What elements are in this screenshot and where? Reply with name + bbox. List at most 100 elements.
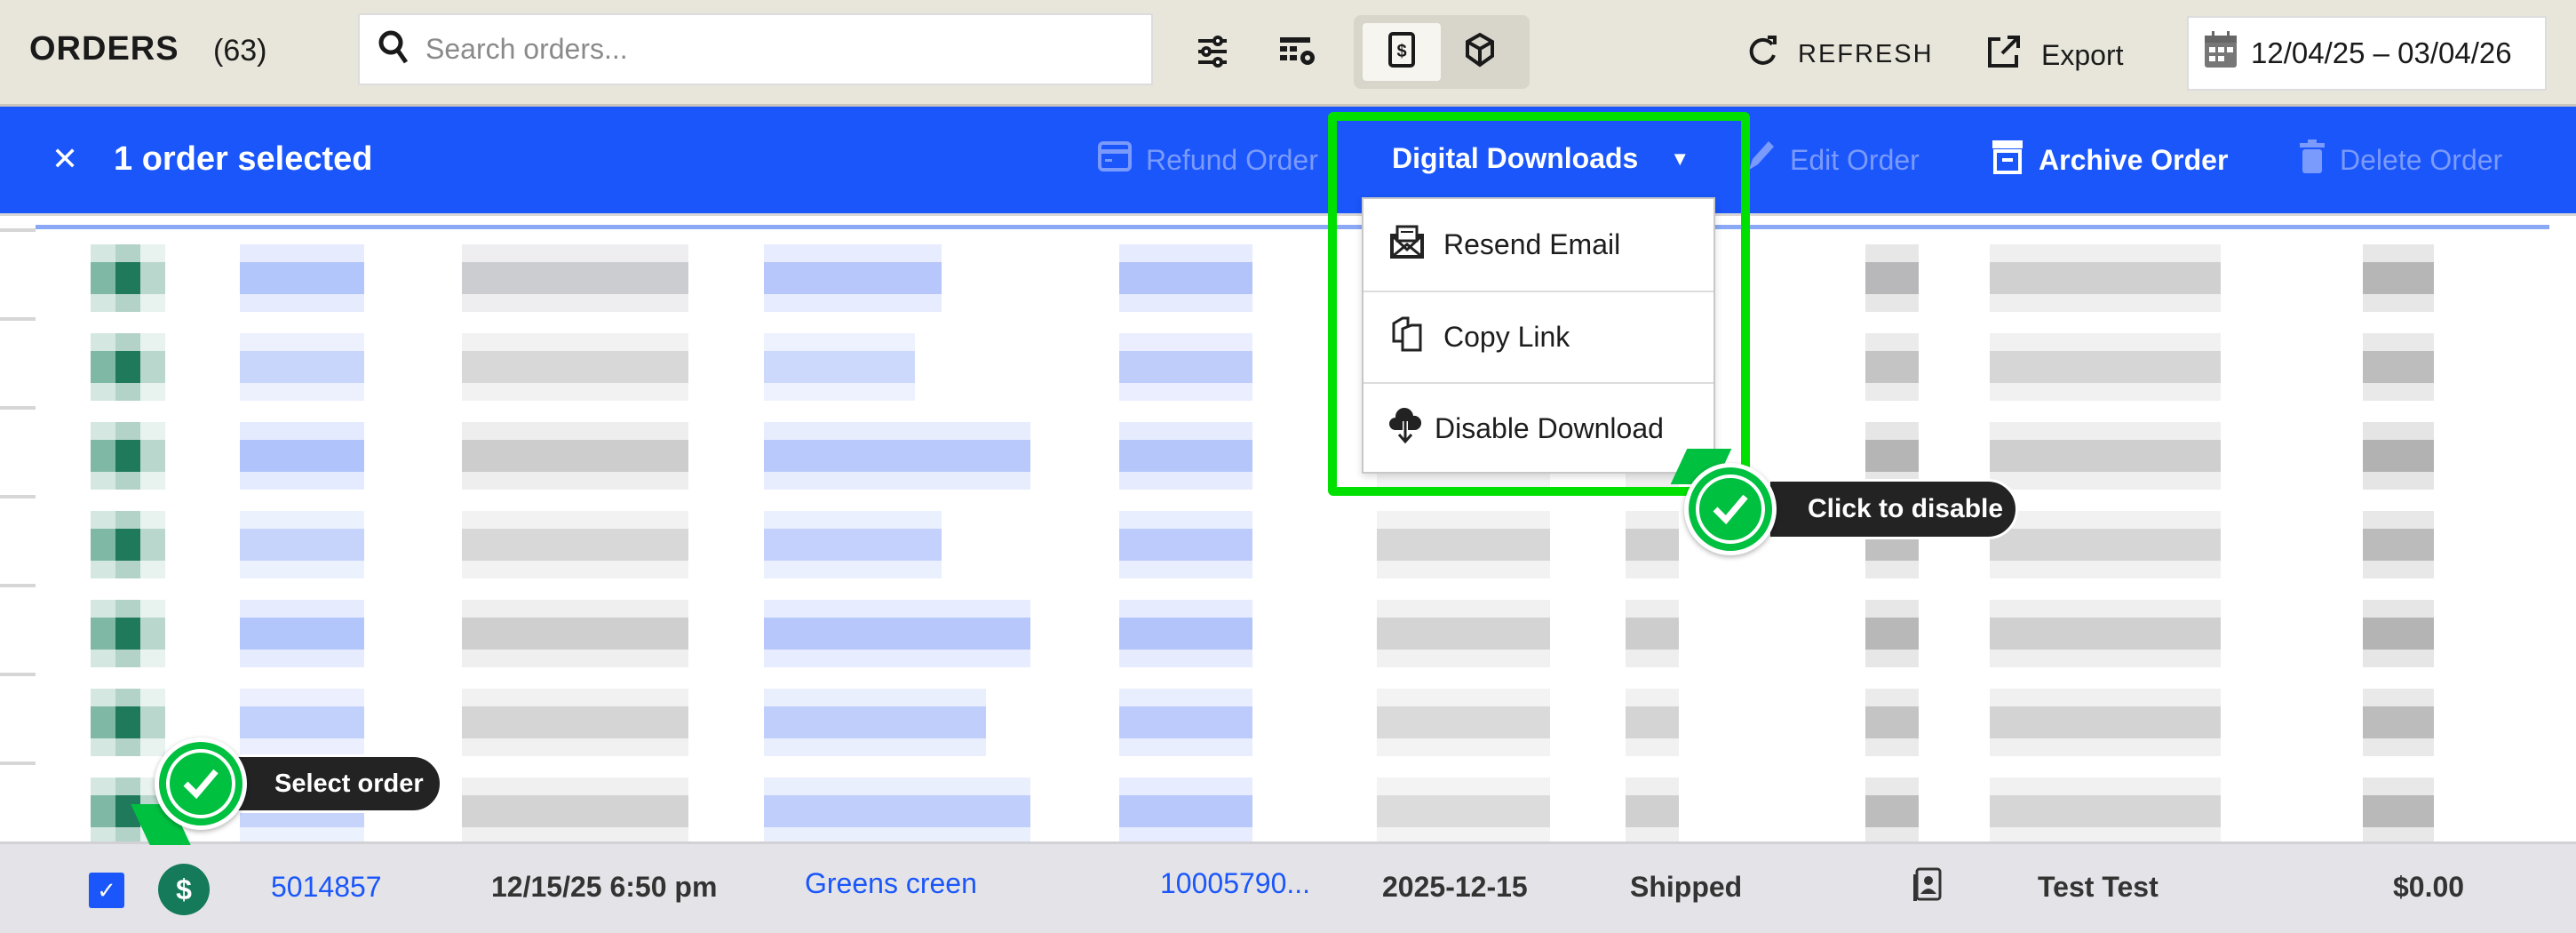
trash-icon <box>2299 139 2326 181</box>
callout-select-check-icon <box>155 738 247 830</box>
obscured-cell <box>462 529 688 561</box>
revenue-view-button[interactable]: $ <box>1363 23 1441 81</box>
callout-select-text: Select order <box>274 769 424 798</box>
search-input[interactable] <box>425 33 1118 66</box>
obscured-cell <box>2363 529 2434 561</box>
selection-bar: ✕ 1 order selected Refund Order Digital … <box>0 107 2576 213</box>
obscured-cell <box>1377 706 1550 738</box>
digital-downloads-label: Digital Downloads <box>1392 142 1639 174</box>
search-icon <box>378 29 409 69</box>
date-range-picker[interactable]: 12/04/25 – 03/04/26 <box>2187 16 2547 91</box>
obscured-cell <box>1119 262 1252 294</box>
obscured-cell <box>140 529 165 561</box>
table-row-selected[interactable]: ✓ $ 5014857 12/15/25 6:50 pm Greens cree… <box>0 841 2576 933</box>
obscured-cell <box>115 440 140 472</box>
row-divider <box>0 228 36 232</box>
order-id-link[interactable]: 5014857 <box>271 871 382 904</box>
row-divider <box>0 495 36 498</box>
refund-order-button[interactable]: Refund Order <box>1098 141 1318 178</box>
archive-order-button[interactable]: Archive Order <box>1991 139 2229 181</box>
refresh-button[interactable]: REFRESH <box>1748 34 1934 75</box>
export-icon <box>1986 34 2022 76</box>
menu-item-copy-link[interactable]: Copy Link <box>1364 291 1713 382</box>
obscured-cell <box>1990 262 2221 294</box>
row-divider <box>0 406 36 410</box>
obscured-cell <box>2363 262 2434 294</box>
product-link[interactable]: Greens creen <box>805 867 977 900</box>
obscured-table-row[interactable] <box>0 584 2558 680</box>
row-divider <box>0 673 36 676</box>
obscured-cell <box>1990 706 2221 738</box>
refresh-icon <box>1748 34 1778 75</box>
obscured-cell <box>140 262 165 294</box>
callout-disable-label: Click to disable <box>1768 479 2018 539</box>
view-toggle: $ <box>1354 15 1530 89</box>
order-datetime: 12/15/25 6:50 pm <box>491 871 718 903</box>
obscured-cell <box>115 529 140 561</box>
order-date: 2025-12-15 <box>1382 871 1528 903</box>
obscured-cell <box>462 706 688 738</box>
obscured-cell <box>115 351 140 383</box>
menu-item-label: Disable Download <box>1435 412 1664 444</box>
obscured-cell <box>240 440 364 472</box>
archive-icon <box>1991 139 2024 181</box>
export-button[interactable]: Export <box>1986 34 2123 76</box>
calendar-icon <box>2203 30 2238 76</box>
customer-contact-icon[interactable] <box>1912 867 1944 910</box>
obscured-cell <box>764 618 1030 650</box>
obscured-cell <box>91 706 115 738</box>
obscured-cell <box>1990 795 2221 827</box>
pencil-icon <box>1745 140 1776 180</box>
row-checkbox[interactable]: ✓ <box>89 873 124 908</box>
package-view-button[interactable] <box>1441 23 1519 81</box>
obscured-cell <box>115 618 140 650</box>
obscured-cell <box>764 529 942 561</box>
obscured-cell <box>1865 706 1919 738</box>
obscured-table-row[interactable] <box>0 317 2558 413</box>
obscured-cell <box>1990 618 2221 650</box>
order-status: Shipped <box>1630 871 1743 903</box>
obscured-cell <box>1865 351 1919 383</box>
obscured-cell <box>1990 440 2221 472</box>
obscured-cell <box>91 351 115 383</box>
obscured-cell <box>2363 351 2434 383</box>
obscured-cell <box>1865 262 1919 294</box>
obscured-cell <box>140 440 165 472</box>
obscured-cell <box>240 706 364 738</box>
obscured-cell <box>240 618 364 650</box>
archive-order-label: Archive Order <box>2039 143 2229 176</box>
dollar-document-icon: $ <box>1388 32 1415 72</box>
clear-selection-close-icon[interactable]: ✕ <box>52 140 78 178</box>
row-divider <box>0 317 36 321</box>
obscured-table-row[interactable] <box>0 495 2558 591</box>
filter-sliders-icon[interactable] <box>1188 27 1237 76</box>
reference-link[interactable]: 10005790... <box>1160 867 1310 900</box>
digital-downloads-dropdown[interactable]: Digital Downloads ▼ <box>1392 142 1690 175</box>
table-settings-icon[interactable] <box>1273 27 1323 76</box>
obscured-cell <box>1626 529 1679 561</box>
paid-status-icon: $ <box>158 864 210 915</box>
row-divider <box>0 584 36 587</box>
obscured-cell <box>140 706 165 738</box>
edit-order-button[interactable]: Edit Order <box>1745 140 1920 180</box>
obscured-cell <box>91 529 115 561</box>
callout-disable-check-icon <box>1684 463 1777 555</box>
delete-order-button[interactable]: Delete Order <box>2299 139 2502 181</box>
obscured-table-row[interactable] <box>0 228 2558 324</box>
obscured-cell <box>1119 529 1252 561</box>
search-box[interactable] <box>358 13 1153 85</box>
obscured-cell <box>764 795 1030 827</box>
obscured-cell <box>1865 618 1919 650</box>
svg-text:$: $ <box>1396 42 1406 61</box>
obscured-cell <box>91 262 115 294</box>
obscured-table-row[interactable] <box>0 406 2558 502</box>
digital-downloads-menu: Resend Email Copy Link Disable Download <box>1362 197 1715 474</box>
menu-item-disable-download[interactable]: Disable Download <box>1364 382 1713 474</box>
obscured-cell <box>140 351 165 383</box>
menu-item-resend-email[interactable]: Resend Email <box>1364 199 1713 291</box>
obscured-cell <box>764 351 915 383</box>
obscured-cell <box>91 618 115 650</box>
cloud-download-icon <box>1388 407 1422 451</box>
obscured-cell <box>462 618 688 650</box>
order-total: $0.00 <box>2393 871 2465 903</box>
